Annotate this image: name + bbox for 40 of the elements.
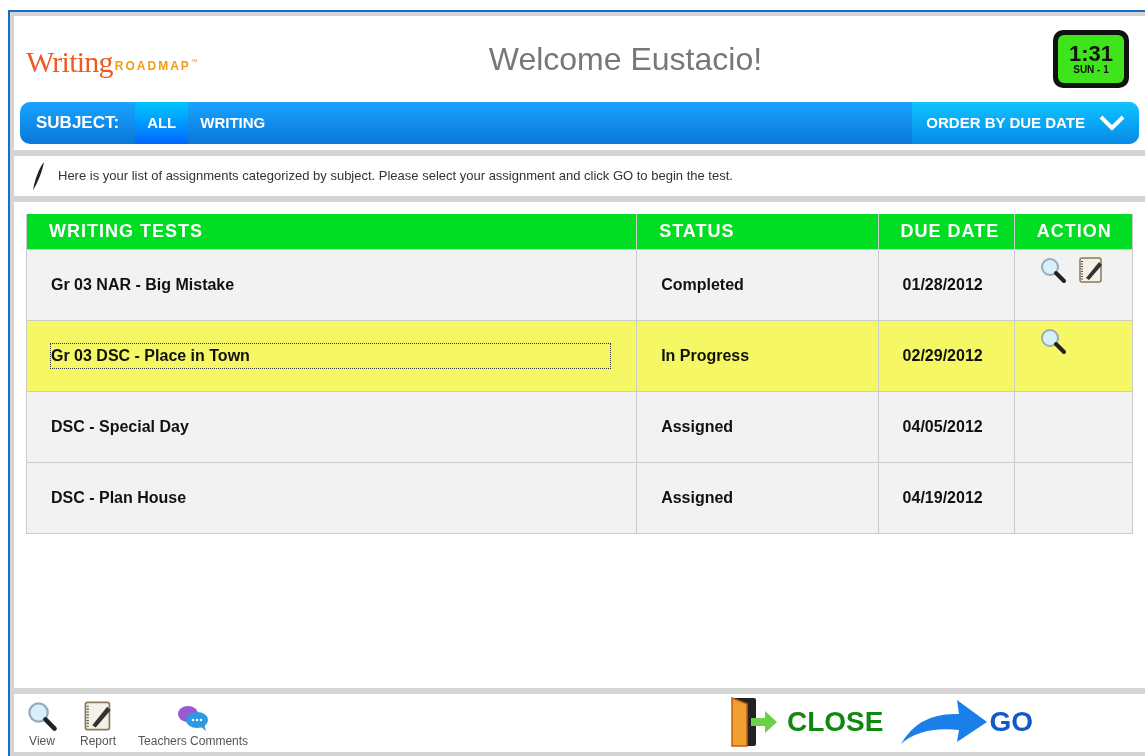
- due-date-cell-text: 01/28/2012: [902, 275, 983, 295]
- report-tool-button[interactable]: Report: [80, 700, 117, 750]
- stopwatch-clock: 1:31 SUN - 1: [1053, 30, 1129, 88]
- quill-pen-icon: [30, 161, 46, 191]
- status-cell-text: Completed: [661, 275, 744, 295]
- go-button[interactable]: GO: [899, 698, 1033, 746]
- status-cell-text: Assigned: [661, 488, 734, 508]
- table-row[interactable]: Gr 03 DSC - Place in Town In Progress 02/29/2012: [27, 320, 1133, 391]
- subject-label: SUBJECT:: [35, 112, 121, 135]
- status-cell-text: In Progress: [661, 346, 750, 366]
- table-row[interactable]: DSC - Special Day Assigned 04/05/2012: [27, 391, 1133, 462]
- due-date-cell-text: 04/05/2012: [902, 417, 983, 437]
- view-tool-button[interactable]: View: [26, 700, 58, 750]
- column-header: WRITING TESTS: [27, 214, 638, 249]
- test-name-cell[interactable]: Gr 03 DSC - Place in Town: [51, 344, 610, 368]
- comments-tool-button[interactable]: Teachers Comments: [138, 704, 249, 750]
- notepad-pen-icon: [1076, 256, 1105, 284]
- door-exit-icon: [728, 696, 779, 748]
- report-button[interactable]: [1076, 256, 1105, 284]
- due-date-cell-text: 04/19/2012: [902, 488, 983, 508]
- column-header: ACTION: [1014, 214, 1133, 249]
- instructions-text: Here is your list of assignments categorized by subject. Please select your assignment and click GO to begin the test.: [58, 167, 733, 186]
- chat-bubbles-icon: [176, 704, 211, 732]
- column-header: STATUS: [637, 214, 879, 249]
- magnifier-icon: [26, 700, 58, 732]
- test-name-cell[interactable]: Gr 03 NAR - Big Mistake: [51, 273, 235, 297]
- column-header: DUE DATE: [878, 214, 1015, 249]
- magnifier-icon: [1038, 256, 1067, 284]
- status-cell-text: Assigned: [661, 417, 734, 437]
- test-name-cell[interactable]: DSC - Special Day: [51, 415, 189, 439]
- test-name-cell[interactable]: DSC - Plan House: [51, 486, 187, 510]
- view-button[interactable]: [1038, 327, 1067, 355]
- table-row[interactable]: DSC - Plan House Assigned 04/19/2012: [27, 462, 1133, 533]
- due-date-cell-text: 02/29/2012: [902, 346, 983, 366]
- welcome-title: Welcome Eustacio!: [488, 40, 763, 79]
- table-row[interactable]: Gr 03 NAR - Big Mistake Completed 01/28/2012: [27, 249, 1133, 320]
- close-button[interactable]: CLOSE: [728, 696, 884, 748]
- magnifier-icon: [1038, 327, 1067, 355]
- view-button[interactable]: [1038, 256, 1067, 284]
- chevron-down-icon: [1099, 115, 1125, 131]
